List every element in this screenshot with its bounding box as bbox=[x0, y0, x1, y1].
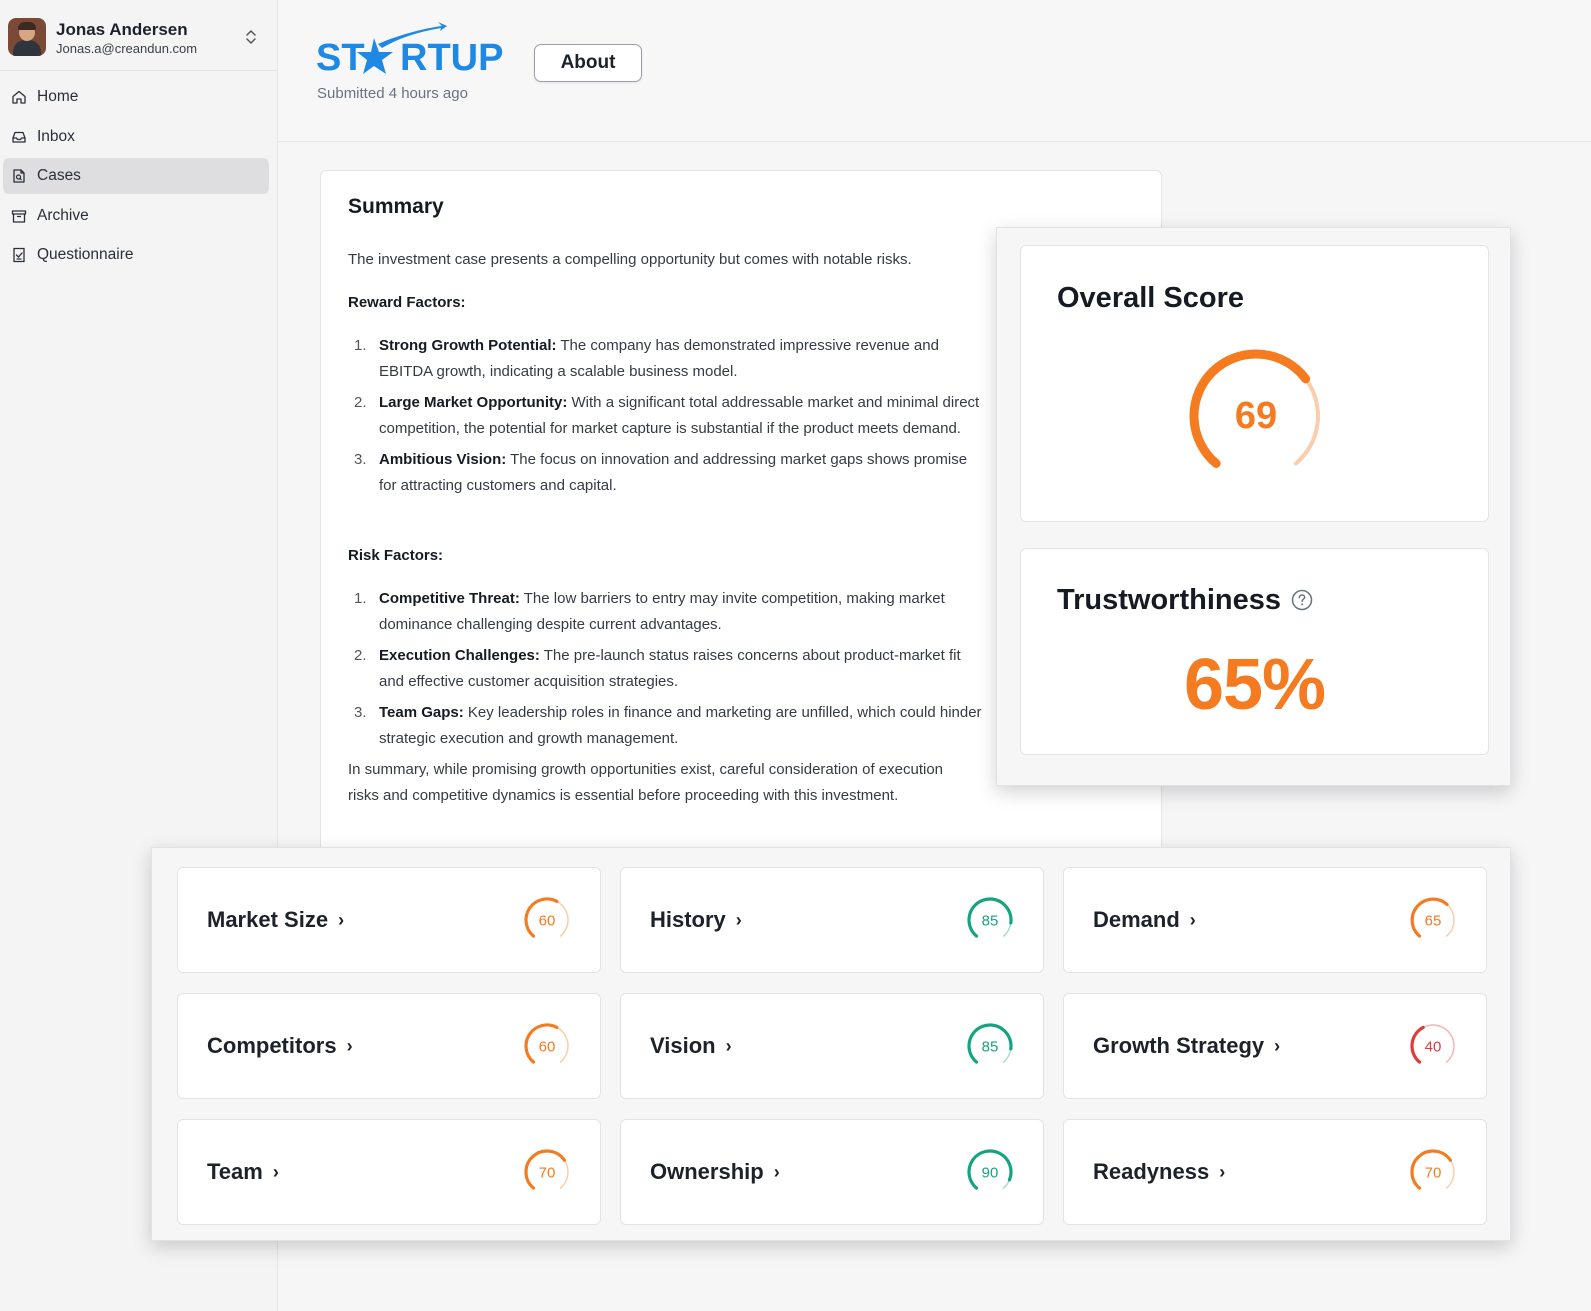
category-score-gauge: 85 bbox=[967, 897, 1013, 938]
user-switcher[interactable]: Jonas Andersen Jonas.a@creandun.com bbox=[8, 16, 270, 64]
about-button[interactable]: About bbox=[534, 44, 642, 82]
cases-icon bbox=[11, 168, 27, 184]
sidebar-item-label: Cases bbox=[37, 167, 81, 184]
sidebar-item-questionnaire[interactable]: Questionnaire bbox=[3, 237, 269, 273]
overall-score-card: Overall Score 69 bbox=[1020, 245, 1489, 522]
category-score-gauge: 85 bbox=[967, 1023, 1013, 1064]
sidebar-item-cases[interactable]: Cases bbox=[3, 158, 269, 194]
overall-score-title: Overall Score bbox=[1057, 282, 1244, 314]
chevron-right-icon: › bbox=[338, 910, 345, 930]
svg-text:RTUP: RTUP bbox=[400, 37, 503, 79]
svg-text:ST: ST bbox=[316, 37, 365, 79]
reward-list: 1. Strong Growth Potential: The company h… bbox=[348, 333, 988, 504]
chevron-up-down-icon[interactable] bbox=[244, 28, 258, 46]
chevron-right-icon: › bbox=[1274, 1036, 1281, 1056]
sidebar-item-inbox[interactable]: Inbox bbox=[3, 119, 269, 155]
category-card-history[interactable]: History › 85 bbox=[620, 867, 1044, 973]
submitted-time: Submitted 4 hours ago bbox=[317, 85, 468, 102]
sidebar-nav: Home Inbox Cases Archive Questionnaire bbox=[0, 79, 277, 277]
category-score-value: 85 bbox=[982, 1039, 999, 1056]
category-score-gauge: 70 bbox=[1410, 1149, 1455, 1190]
category-score-value: 90 bbox=[982, 1165, 999, 1182]
avatar bbox=[8, 18, 46, 56]
category-label: Competitors › bbox=[207, 1033, 353, 1058]
category-card-team[interactable]: Team › 70 bbox=[177, 1119, 601, 1225]
category-label: Team › bbox=[207, 1159, 279, 1184]
chevron-right-icon: › bbox=[725, 1036, 732, 1056]
category-score-value: 70 bbox=[1425, 1165, 1442, 1182]
category-score-value: 85 bbox=[982, 913, 999, 930]
sidebar-item-archive[interactable]: Archive bbox=[3, 198, 269, 234]
category-score-value: 70 bbox=[539, 1165, 556, 1182]
risk-heading: Risk Factors: bbox=[348, 547, 444, 564]
user-name: Jonas Andersen bbox=[56, 20, 188, 39]
category-card-vision[interactable]: Vision › 85 bbox=[620, 993, 1044, 1099]
home-icon bbox=[11, 89, 27, 105]
summary-title: Summary bbox=[348, 195, 444, 218]
trustworthiness-title: Trustworthiness bbox=[1057, 584, 1281, 616]
score-panel: Overall Score 69 Trustworthiness 65% bbox=[996, 227, 1511, 786]
category-score-value: 60 bbox=[539, 913, 556, 930]
category-label: History › bbox=[650, 907, 742, 932]
category-label: Ownership › bbox=[650, 1159, 780, 1184]
sidebar-item-label: Inbox bbox=[37, 127, 75, 145]
category-score-value: 40 bbox=[1425, 1039, 1442, 1056]
category-card-competitors[interactable]: Competitors › 60 bbox=[177, 993, 601, 1099]
category-label: Growth Strategy › bbox=[1093, 1033, 1281, 1058]
list-item: 2. Large Market Opportunity: With a signi… bbox=[354, 394, 980, 437]
category-card-ownership[interactable]: Ownership › 90 bbox=[620, 1119, 1044, 1225]
category-label: Readyness › bbox=[1093, 1159, 1226, 1184]
category-score-gauge: 60 bbox=[524, 897, 569, 938]
chevron-right-icon: › bbox=[346, 1036, 353, 1056]
trustworthiness-card: Trustworthiness 65% bbox=[1020, 548, 1489, 755]
list-item: 1. Competitive Threat: The low barriers t… bbox=[354, 590, 945, 633]
category-score-gauge: 65 bbox=[1410, 897, 1455, 938]
sidebar-item-label: Home bbox=[37, 88, 79, 105]
chevron-right-icon: › bbox=[272, 1162, 279, 1182]
help-icon[interactable] bbox=[1291, 589, 1313, 611]
list-item: 1. Strong Growth Potential: The company h… bbox=[354, 337, 939, 380]
questionnaire-icon bbox=[11, 247, 27, 263]
reward-heading: Reward Factors: bbox=[348, 294, 466, 311]
list-item: 2. Execution Challenges: The pre-launch s… bbox=[354, 647, 961, 690]
overall-score-value: 69 bbox=[1235, 395, 1277, 437]
page-header: ST RTUP Submitted 4 hours ago About bbox=[278, 0, 1591, 142]
category-card-growth-strategy[interactable]: Growth Strategy › 40 bbox=[1063, 993, 1487, 1099]
summary-intro: The investment case presents a compellin… bbox=[348, 251, 912, 268]
sidebar-item-home[interactable]: Home bbox=[3, 79, 269, 115]
category-score-gauge: 70 bbox=[524, 1149, 569, 1190]
sidebar-item-label: Questionnaire bbox=[37, 246, 134, 263]
chevron-right-icon: › bbox=[773, 1162, 780, 1182]
sidebar-item-label: Archive bbox=[37, 206, 89, 224]
category-score-value: 65 bbox=[1425, 913, 1442, 930]
sidebar-divider bbox=[0, 70, 277, 71]
overall-score-gauge: 69 bbox=[1189, 349, 1320, 468]
archive-icon bbox=[11, 208, 27, 224]
category-score-value: 60 bbox=[539, 1039, 556, 1056]
category-card-demand[interactable]: Demand › 65 bbox=[1063, 867, 1487, 973]
trustworthiness-value: 65% bbox=[1183, 645, 1326, 725]
chevron-right-icon: › bbox=[735, 910, 742, 930]
category-panel: Market Size › 60 History › 85 Demand › 65 Competi… bbox=[151, 847, 1511, 1241]
category-score-gauge: 60 bbox=[524, 1023, 569, 1064]
category-label: Demand › bbox=[1093, 907, 1196, 932]
category-label: Vision › bbox=[650, 1033, 732, 1058]
risk-list: 1. Competitive Threat: The low barriers t… bbox=[348, 586, 988, 757]
category-score-gauge: 90 bbox=[967, 1149, 1013, 1190]
summary-conclusion: In summary, while promising growth oppor… bbox=[348, 761, 944, 804]
list-item: 3. Team Gaps: Key leadership roles in fin… bbox=[354, 704, 982, 747]
category-card-market-size[interactable]: Market Size › 60 bbox=[177, 867, 601, 973]
category-card-readyness[interactable]: Readyness › 70 bbox=[1063, 1119, 1487, 1225]
category-label: Market Size › bbox=[207, 907, 345, 932]
chevron-right-icon: › bbox=[1219, 1162, 1226, 1182]
list-item: 3. Ambitious Vision: The focus on innovat… bbox=[354, 451, 968, 494]
user-email: Jonas.a@creandun.com bbox=[56, 41, 198, 56]
category-score-gauge: 40 bbox=[1410, 1024, 1455, 1064]
chevron-right-icon: › bbox=[1189, 910, 1196, 930]
startup-logo: ST RTUP bbox=[316, 22, 503, 79]
inbox-icon bbox=[11, 129, 27, 145]
